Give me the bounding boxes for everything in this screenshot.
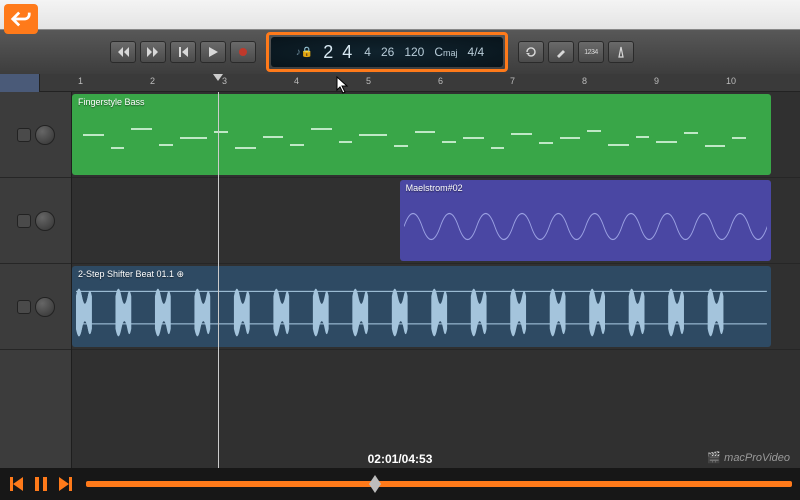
track-header[interactable] [0, 92, 71, 178]
progress-thumb[interactable] [369, 475, 381, 493]
ruler-tick: 1 [78, 76, 83, 86]
track-header[interactable] [0, 264, 71, 350]
tuner-button[interactable] [548, 41, 574, 63]
ruler-tick: 9 [654, 76, 659, 86]
audio-region[interactable]: 2-Step Shifter Beat 01.1 ⊕ [72, 266, 771, 347]
midi-region[interactable]: Fingerstyle Bass [72, 94, 771, 175]
video-progress-bar[interactable] [86, 481, 792, 487]
play-button[interactable] [200, 41, 226, 63]
playhead[interactable] [218, 92, 219, 468]
arrange-area: Fingerstyle Bass Maelstrom#02 [0, 92, 800, 468]
player-prev-button[interactable] [4, 472, 26, 496]
midi-notes-icon [76, 110, 767, 171]
ruler-tick: 4 [294, 76, 299, 86]
waveform-icon [404, 194, 767, 259]
timeline-ruler[interactable]: 1 2 3 4 5 6 7 8 9 10 [0, 74, 800, 92]
pan-knob[interactable] [35, 125, 55, 145]
track-header[interactable] [0, 178, 71, 264]
rewind-button[interactable] [110, 41, 136, 63]
library-tab[interactable] [0, 74, 40, 92]
lcd-highlight-box: ♪🔒 2 4 4 26 120 Cmaj 4/4 [266, 32, 508, 72]
lcd-display[interactable]: ♪🔒 2 4 4 26 120 Cmaj 4/4 [271, 37, 503, 67]
ruler-tick: 5 [366, 76, 371, 86]
mute-toggle[interactable] [17, 214, 31, 228]
mute-toggle[interactable] [17, 300, 31, 314]
waveform-icon [76, 280, 767, 345]
pan-knob[interactable] [35, 211, 55, 231]
audio-region[interactable]: Maelstrom#02 [400, 180, 771, 261]
lcd-key: Cmaj [434, 45, 457, 59]
brand-watermark: macProVideo [707, 451, 790, 464]
player-next-button[interactable] [56, 472, 78, 496]
lcd-bars: 2 4 [323, 42, 354, 63]
back-button[interactable] [4, 4, 38, 34]
lcd-division: 26 [381, 45, 394, 59]
lcd-tempo: 120 [404, 45, 424, 59]
ruler-tick: 10 [726, 76, 736, 86]
ruler-tick: 7 [510, 76, 515, 86]
ruler-tick: 6 [438, 76, 443, 86]
track-header-column [0, 92, 72, 468]
cycle-button[interactable] [518, 41, 544, 63]
video-player-bar [0, 468, 800, 500]
lcd-timesig: 4/4 [468, 45, 485, 59]
video-timecode: 02:01/04:53 [368, 452, 433, 466]
record-button[interactable] [230, 41, 256, 63]
ruler-tick: 2 [150, 76, 155, 86]
lcd-beat: 4 [364, 45, 371, 59]
fast-forward-button[interactable] [140, 41, 166, 63]
cursor-icon [336, 76, 350, 99]
ruler-tick: 8 [582, 76, 587, 86]
metronome-button[interactable] [608, 41, 634, 63]
transport-toolbar: ♪🔒 2 4 4 26 120 Cmaj 4/4 1234 [0, 30, 800, 74]
region-label: Fingerstyle Bass [72, 94, 771, 110]
count-in-button[interactable]: 1234 [578, 41, 604, 63]
mute-toggle[interactable] [17, 128, 31, 142]
pan-knob[interactable] [35, 297, 55, 317]
go-to-start-button[interactable] [170, 41, 196, 63]
player-pause-button[interactable] [30, 472, 52, 496]
note-icon: ♪🔒 [296, 47, 313, 58]
